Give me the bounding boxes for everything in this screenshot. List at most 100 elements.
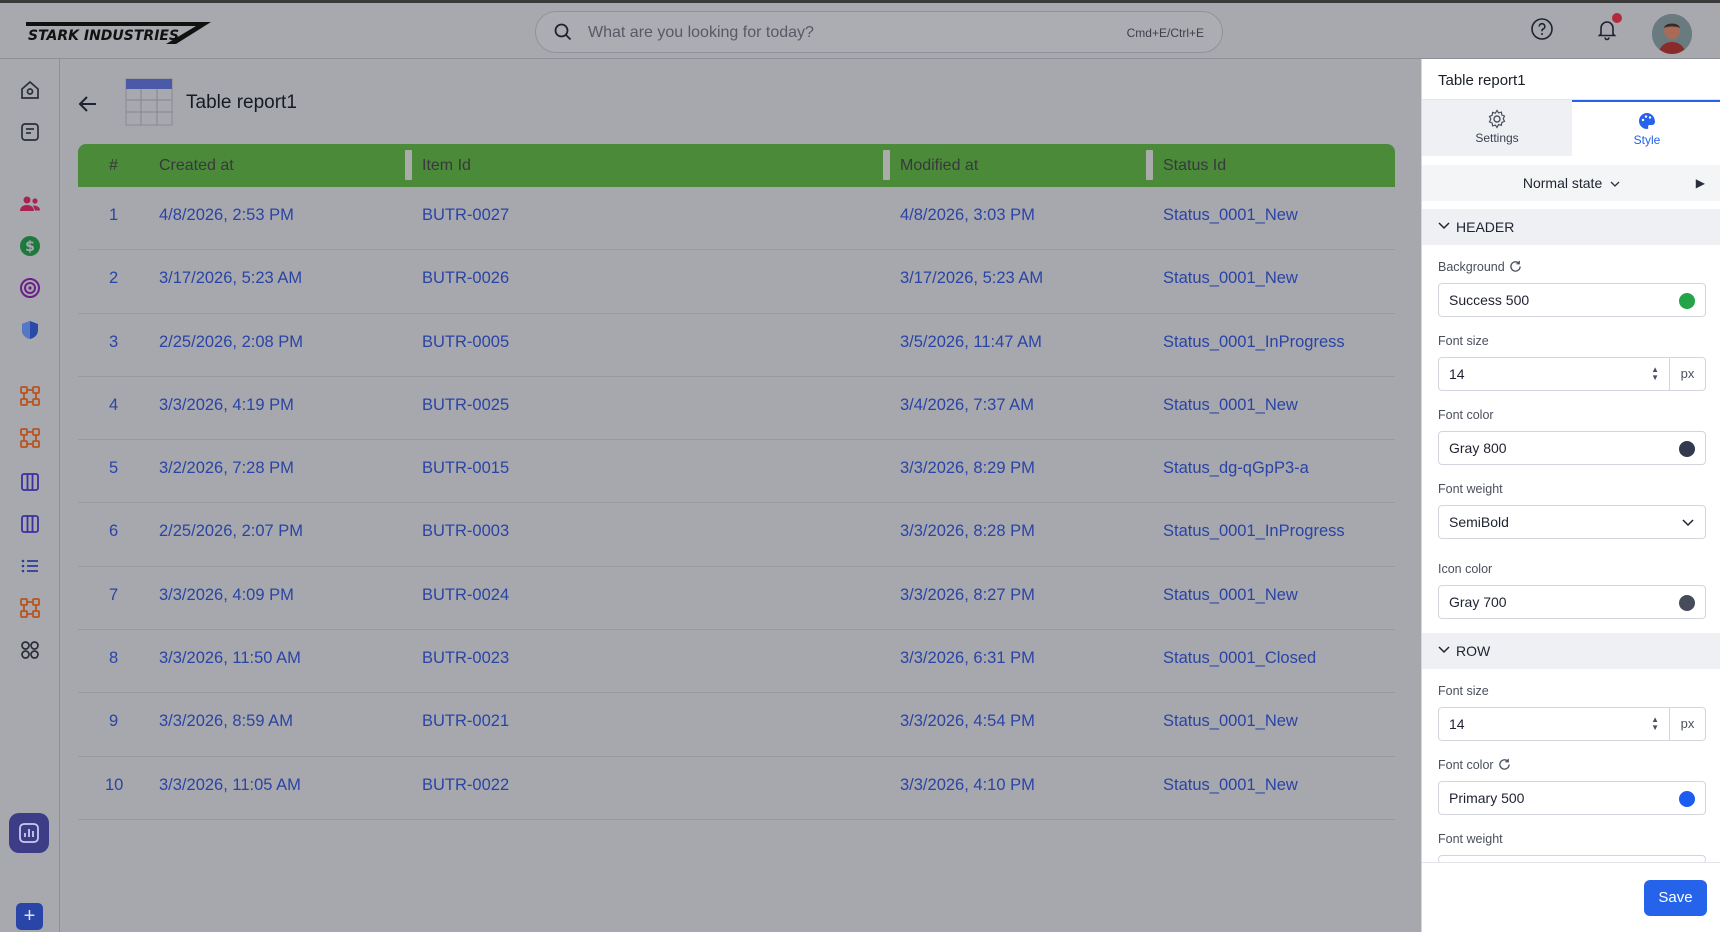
header-background-field[interactable]: Success 500	[1438, 283, 1706, 317]
background-label: Background	[1438, 260, 1522, 274]
users-icon[interactable]	[18, 192, 42, 216]
header-font-size-value: 14	[1449, 366, 1465, 382]
help-icon[interactable]	[1530, 17, 1554, 41]
header-font-color-value: Gray 800	[1449, 440, 1507, 456]
color-swatch[interactable]	[1679, 441, 1695, 457]
modified-at-cell: 3/17/2026, 5:23 AM	[900, 269, 1044, 288]
row-font-color-field[interactable]: Primary 500	[1438, 781, 1706, 815]
table-row[interactable]: 6 2/25/2026, 2:07 PM BUTR-0003 3/3/2026, 8:…	[78, 503, 1395, 567]
created-at-cell: 4/8/2026, 2:53 PM	[159, 206, 294, 224]
row-number: 9	[109, 712, 119, 731]
row-font-color-label: Font color	[1438, 758, 1511, 772]
column-header-number[interactable]: #	[109, 157, 118, 175]
modified-at-cell: 3/4/2026, 7:37 AM	[900, 395, 1034, 414]
status-id-cell: Status_0001_New	[1163, 585, 1298, 604]
unit-label: px	[1669, 358, 1705, 390]
global-search[interactable]: What are you looking for today? Cmd+E/Ct…	[535, 11, 1223, 53]
user-avatar[interactable]	[1652, 14, 1692, 54]
search-shortcut: Cmd+E/Ctrl+E	[1126, 26, 1204, 40]
row-number: 2	[109, 269, 119, 288]
back-arrow-icon[interactable]	[76, 92, 100, 116]
status-id-cell: Status_0001_Closed	[1163, 649, 1317, 668]
caret-right-icon[interactable]: ▶	[1696, 165, 1705, 201]
unit-label: px	[1669, 708, 1705, 740]
list-icon[interactable]	[18, 554, 42, 578]
table-row[interactable]: 5 3/2/2026, 7:28 PM BUTR-0015 3/3/2026, 8:2…	[78, 440, 1395, 504]
status-id-cell: Status_0001_New	[1163, 775, 1298, 794]
item-id-cell: BUTR-0005	[422, 332, 510, 351]
brand-logo[interactable]: STARK INDUSTRIES	[26, 18, 211, 46]
column-header-modified-at[interactable]: Modified at	[900, 157, 978, 175]
workflow-icon[interactable]	[18, 426, 42, 450]
add-button[interactable]: +	[16, 903, 43, 930]
row-number: 1	[109, 206, 119, 224]
target-icon[interactable]	[18, 276, 42, 300]
reset-icon[interactable]	[1498, 758, 1511, 771]
dollar-icon[interactable]: $	[18, 234, 42, 258]
color-swatch[interactable]	[1679, 791, 1695, 807]
modified-at-cell: 3/3/2026, 6:31 PM	[900, 649, 1035, 668]
header-font-weight-select[interactable]: SemiBold	[1438, 505, 1706, 539]
table-body: 1 4/8/2026, 2:53 PM BUTR-0027 4/8/2026, 3:0…	[78, 187, 1395, 820]
table-row[interactable]: 4 3/3/2026, 4:19 PM BUTR-0025 3/4/2026, 7:3…	[78, 377, 1395, 441]
table-row[interactable]: 3 2/25/2026, 2:08 PM BUTR-0005 3/5/2026, 11…	[78, 314, 1395, 377]
color-swatch[interactable]	[1679, 293, 1695, 309]
header-font-color-field[interactable]: Gray 800	[1438, 431, 1706, 465]
header-font-size-field[interactable]: 14 ▲ ▼ px	[1438, 357, 1706, 391]
header-background-value: Success 500	[1449, 292, 1530, 308]
report-icon	[19, 823, 39, 843]
header-icon-color-value: Gray 700	[1449, 594, 1507, 610]
column-resize-handle[interactable]	[405, 150, 412, 180]
item-id-cell: BUTR-0026	[422, 269, 510, 288]
column-resize-handle[interactable]	[883, 150, 890, 180]
created-at-cell: 3/17/2026, 5:23 AM	[159, 269, 303, 288]
table-row[interactable]: 7 3/3/2026, 4:09 PM BUTR-0024 3/3/2026, 8:2…	[78, 567, 1395, 631]
apps-icon[interactable]	[18, 638, 42, 662]
tab-style[interactable]: Style	[1572, 100, 1720, 156]
tab-settings[interactable]: Settings	[1422, 100, 1572, 156]
palette-icon	[1639, 113, 1655, 129]
row-font-size-field[interactable]: 14 ▲ ▼ px	[1438, 707, 1706, 741]
status-id-cell: Status_dg-qGpP3-a	[1163, 459, 1309, 478]
gear-icon	[1488, 109, 1506, 129]
header-icon-color-field[interactable]: Gray 700	[1438, 585, 1706, 619]
table-row[interactable]: 1 4/8/2026, 2:53 PM BUTR-0027 4/8/2026, 3:0…	[78, 187, 1395, 251]
modified-at-cell: 3/5/2026, 11:47 AM	[900, 332, 1042, 351]
shield-icon[interactable]	[18, 318, 42, 342]
column-resize-handle[interactable]	[1146, 150, 1153, 180]
status-id-cell: Status_0001_InProgress	[1163, 332, 1345, 351]
panel-title: Table report1	[1438, 72, 1526, 89]
chevron-down-icon	[1682, 519, 1694, 527]
table-row[interactable]: 9 3/3/2026, 8:59 AM BUTR-0021 3/3/2026, 4:5…	[78, 693, 1395, 757]
stepper-icon[interactable]: ▲ ▼	[1651, 716, 1659, 732]
board-icon[interactable]	[18, 470, 42, 494]
report-table: # Created at Item Id Modified at Status …	[78, 144, 1395, 820]
column-header-item-id[interactable]: Item Id	[422, 157, 471, 175]
table-row[interactable]: 2 3/17/2026, 5:23 AM BUTR-0026 3/17/2026, 5…	[78, 250, 1395, 314]
state-selector[interactable]: Normal state ▶	[1422, 165, 1720, 201]
board-icon[interactable]	[18, 512, 42, 536]
row-section-toggle[interactable]: ROW	[1422, 633, 1720, 669]
page-title: Table report1	[186, 92, 297, 113]
notes-icon[interactable]	[18, 120, 42, 144]
color-swatch[interactable]	[1679, 595, 1695, 611]
table-row[interactable]: 10 3/3/2026, 11:05 AM BUTR-0022 3/3/2026, 4…	[78, 757, 1395, 820]
created-at-cell: 3/3/2026, 8:59 AM	[159, 712, 293, 731]
reports-nav-active[interactable]	[9, 813, 49, 853]
status-id-cell: Status_0001_New	[1163, 206, 1298, 224]
stepper-icon[interactable]: ▲ ▼	[1651, 366, 1659, 382]
column-header-created-at[interactable]: Created at	[159, 157, 234, 175]
home-icon[interactable]	[18, 78, 42, 102]
row-number: 8	[109, 649, 119, 668]
save-button[interactable]: Save	[1644, 880, 1707, 916]
item-id-cell: BUTR-0024	[422, 585, 510, 604]
row-font-size-value: 14	[1449, 716, 1465, 732]
reset-icon[interactable]	[1509, 260, 1522, 273]
panel-tabs: Settings Style	[1422, 99, 1720, 156]
workflow-icon[interactable]	[18, 384, 42, 408]
header-section-toggle[interactable]: HEADER	[1422, 209, 1720, 245]
table-row[interactable]: 8 3/3/2026, 11:50 AM BUTR-0023 3/3/2026, 6:…	[78, 630, 1395, 694]
column-header-status-id[interactable]: Status Id	[1163, 157, 1226, 175]
status-id-cell: Status_0001_New	[1163, 712, 1298, 731]
workflow-icon[interactable]	[18, 596, 42, 620]
